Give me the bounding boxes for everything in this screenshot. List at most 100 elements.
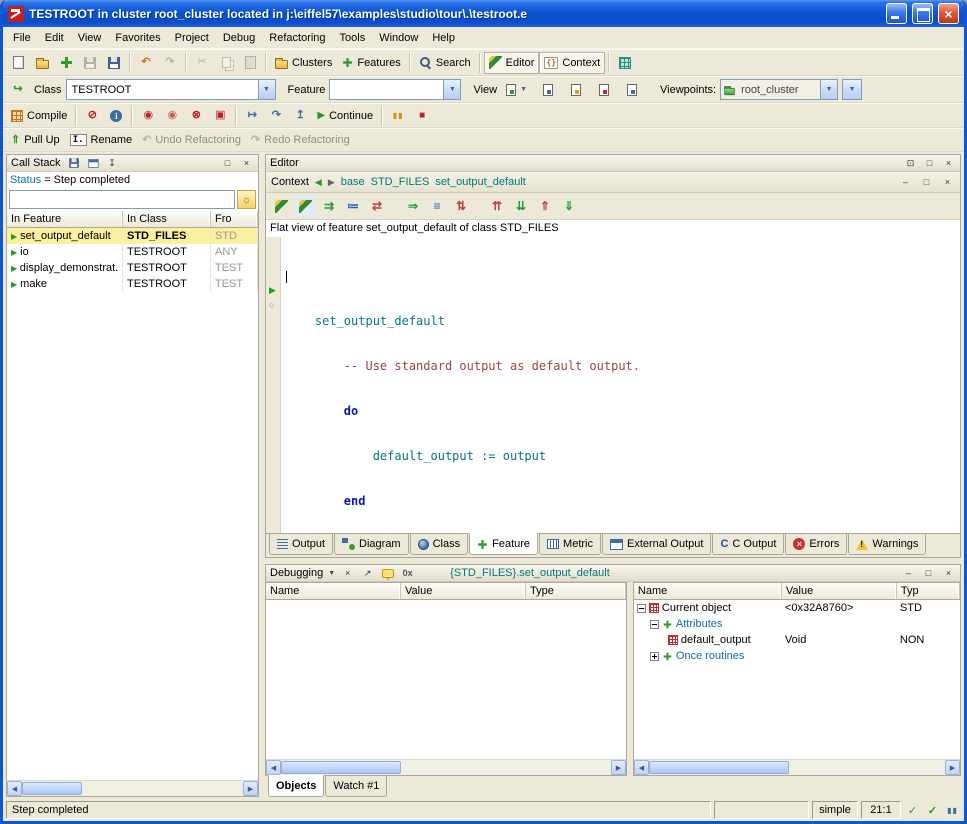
close-panel-button[interactable]: ×	[239, 157, 254, 170]
watch-table-body[interactable]	[266, 600, 626, 759]
objects-hscrollbar[interactable]: ◀ ▶	[634, 759, 960, 775]
menu-tools[interactable]: Tools	[333, 29, 373, 47]
column-header-in-feature[interactable]: In Feature	[7, 211, 123, 227]
collapse-icon[interactable]	[650, 620, 659, 629]
save-button[interactable]	[78, 52, 102, 74]
dock-button[interactable]	[86, 157, 101, 170]
add-item-button[interactable]	[54, 52, 78, 74]
tooltip-button[interactable]	[380, 567, 395, 580]
undo-button[interactable]: ↶	[134, 52, 158, 74]
object-tree-row[interactable]: Current object <0x32A8760> STD	[634, 600, 960, 616]
open-in-new-window-button[interactable]: ↗	[360, 567, 375, 580]
hex-format-button[interactable]: 0x	[400, 567, 415, 580]
redo-refactoring-button[interactable]: ↷ Redo Refactoring	[246, 129, 355, 151]
tab-c-output[interactable]: CC Output	[712, 534, 784, 555]
maximize-panel-button[interactable]: □	[919, 176, 934, 189]
menu-refactoring[interactable]: Refactoring	[262, 29, 332, 47]
column-header-name[interactable]: Name	[634, 583, 782, 599]
menu-debug[interactable]: Debug	[216, 29, 262, 47]
code-editor[interactable]: ▶ ○ set_output_default -- Use standard o…	[266, 237, 960, 533]
cut-button[interactable]: ✂	[190, 52, 214, 74]
minimize-panel-button[interactable]: –	[901, 567, 916, 580]
view-option-button[interactable]	[564, 79, 588, 101]
close-watch-button[interactable]: ×	[340, 567, 355, 580]
enable-breakpoints-button[interactable]: ◉	[136, 105, 160, 127]
chevron-down-icon[interactable]: ▼	[258, 80, 275, 99]
view-option-button[interactable]	[592, 79, 616, 101]
menu-file[interactable]: File	[6, 29, 38, 47]
editor-toggle-button[interactable]: Editor	[484, 52, 540, 74]
scroll-left-icon[interactable]: ◀	[634, 760, 649, 775]
close-panel-button[interactable]: ×	[941, 157, 956, 170]
open-button[interactable]	[30, 52, 54, 74]
menu-project[interactable]: Project	[168, 29, 216, 47]
ignore-contract-violation-button[interactable]: ⊘	[80, 105, 104, 127]
search-button[interactable]: Search	[414, 52, 476, 74]
step-over-button[interactable]: ↷	[264, 105, 288, 127]
code-text[interactable]: set_output_default -- Use standard outpu…	[282, 237, 960, 533]
maximize-panel-button[interactable]: □	[922, 157, 937, 170]
minimize-button[interactable]	[886, 3, 907, 24]
tab-watch-1[interactable]: Watch #1	[325, 776, 387, 797]
column-header-value[interactable]: Value	[782, 583, 897, 599]
close-panel-button[interactable]: ×	[940, 176, 955, 189]
column-header-in-class[interactable]: In Class	[123, 211, 211, 227]
scroll-right-icon[interactable]: ▶	[945, 760, 960, 775]
call-stack-hscrollbar[interactable]: ◀ ▶	[7, 780, 258, 796]
copy-button[interactable]	[214, 52, 238, 74]
import-stack-button[interactable]: ↧	[105, 157, 120, 170]
context-toggle-button[interactable]: Context	[539, 52, 605, 74]
continue-button[interactable]: ▶ Continue	[312, 105, 378, 127]
object-tree-row[interactable]: Attributes	[634, 616, 960, 632]
save-call-stack-button[interactable]	[67, 157, 82, 170]
class-combobox[interactable]: TESTROOT ▼	[66, 79, 276, 100]
save-all-button[interactable]	[102, 52, 126, 74]
expand-icon[interactable]	[650, 652, 659, 661]
disable-breakpoints-button[interactable]: ◉	[160, 105, 184, 127]
column-header-from[interactable]: Fro	[211, 211, 258, 227]
float-panel-button[interactable]: ⊡	[903, 157, 918, 170]
step-into-button[interactable]: ↦	[240, 105, 264, 127]
tab-objects[interactable]: Objects	[268, 775, 324, 797]
clients-view-button[interactable]: ⇈	[486, 196, 508, 217]
maximize-panel-button[interactable]: □	[220, 157, 235, 170]
features-button[interactable]: Features	[337, 52, 405, 74]
clusters-button[interactable]: Clusters	[270, 52, 337, 74]
external-commands-button[interactable]	[613, 52, 637, 74]
class-tool-button[interactable]: ↪	[6, 79, 30, 101]
column-header-value[interactable]: Value	[401, 583, 526, 599]
scroll-left-icon[interactable]: ◀	[7, 781, 22, 796]
chevron-down-icon[interactable]: ▼	[843, 80, 861, 99]
tab-metric[interactable]: Metric	[539, 534, 601, 555]
new-breakpoint-button[interactable]: ▣	[208, 105, 232, 127]
scroll-thumb[interactable]	[22, 782, 82, 795]
stop-button[interactable]: ■	[410, 105, 434, 127]
menu-window[interactable]: Window	[372, 29, 425, 47]
scroll-right-icon[interactable]: ▶	[243, 781, 258, 796]
clickable-view-button[interactable]	[294, 196, 316, 217]
call-stack-row[interactable]: ▶set_output_default STD_FILES STD	[7, 228, 258, 244]
column-header-type[interactable]: Typ	[897, 583, 960, 599]
call-stack-row[interactable]: ▶io TESTROOT ANY	[7, 244, 258, 260]
menu-favorites[interactable]: Favorites	[108, 29, 167, 47]
scroll-thumb[interactable]	[649, 761, 789, 774]
menu-help[interactable]: Help	[425, 29, 462, 47]
suppliers-view-button[interactable]: ⇅	[450, 196, 472, 217]
collapse-icon[interactable]	[637, 604, 646, 613]
contract-view-button[interactable]: ≔	[342, 196, 364, 217]
maximize-button[interactable]	[912, 3, 933, 24]
feature-combobox[interactable]: ▼	[329, 79, 461, 100]
interface-view-button[interactable]: ⇄	[366, 196, 388, 217]
tab-output[interactable]: Output	[269, 534, 333, 555]
tab-external-output[interactable]: External Output	[602, 534, 711, 555]
close-panel-button[interactable]: ×	[941, 567, 956, 580]
tab-errors[interactable]: Errors	[785, 534, 847, 555]
implementers-view-button[interactable]: ⇓	[558, 196, 580, 217]
menu-view[interactable]: View	[71, 29, 109, 47]
app-icon[interactable]	[8, 6, 24, 22]
breakpoint-gutter[interactable]: ▶ ○	[266, 237, 281, 533]
tab-diagram[interactable]: Diagram	[334, 534, 409, 555]
descendants-view-button[interactable]: ≡	[426, 196, 448, 217]
chevron-down-icon[interactable]: ▼	[443, 80, 460, 99]
compile-button[interactable]: Compile	[6, 105, 72, 127]
